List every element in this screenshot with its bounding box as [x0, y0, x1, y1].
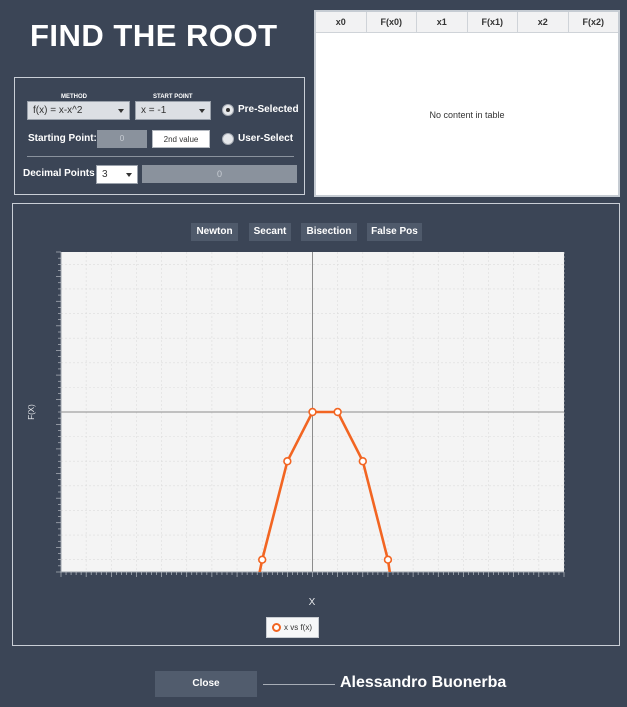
decimal-points-value: 3: [102, 169, 108, 180]
starting-point-input[interactable]: 0: [97, 130, 147, 148]
column-header[interactable]: x1: [417, 12, 468, 32]
x-axis-label: X: [309, 597, 316, 608]
chevron-down-icon: [118, 109, 124, 113]
method-select-value: f(x) = x-x^2: [33, 105, 83, 116]
legend-label: x vs f(x): [284, 623, 312, 632]
userselect-label: User-Select: [238, 133, 294, 144]
chart-panel: Newton Secant Bisection False Pos X F(X)…: [12, 203, 620, 646]
circle-marker-icon: [272, 623, 281, 633]
results-table[interactable]: x0 F(x0) x1 F(x1) x2 F(x2) No content in…: [314, 10, 620, 197]
data-point: [283, 457, 292, 466]
author-name: Alessandro Buonerba: [340, 674, 507, 691]
divider: [27, 156, 294, 157]
start-point-label: START POINT: [153, 94, 193, 100]
column-header[interactable]: F(x1): [468, 12, 518, 32]
starting-point-label: Starting Point:: [28, 133, 97, 144]
start-point-select-value: x = -1: [141, 105, 167, 116]
preselected-radio[interactable]: [222, 104, 234, 116]
data-point: [258, 555, 267, 564]
method-select[interactable]: f(x) = x-x^2: [27, 101, 130, 120]
table-empty-text: No content in table: [429, 110, 505, 120]
function-chart[interactable]: X F(X): [13, 204, 619, 645]
method-label: METHOD: [61, 94, 87, 100]
table-header: x0 F(x0) x1 F(x1) x2 F(x2): [316, 12, 618, 33]
controls-panel: METHOD START POINT f(x) = x-x^2 x = -1 P…: [14, 77, 305, 195]
close-button[interactable]: Close: [155, 671, 257, 697]
decimal-points-label: Decimal Points: [23, 168, 95, 179]
data-point: [333, 407, 342, 417]
column-header[interactable]: F(x2): [569, 12, 619, 32]
column-header[interactable]: F(x0): [367, 12, 417, 32]
data-point: [383, 555, 393, 564]
chevron-down-icon: [126, 173, 132, 177]
data-point: [358, 457, 367, 466]
second-value-button[interactable]: 2nd value: [152, 130, 210, 148]
chevron-down-icon: [199, 109, 205, 113]
column-header[interactable]: x0: [316, 12, 367, 32]
userselect-radio[interactable]: [222, 133, 234, 145]
decimal-points-spinner[interactable]: 3: [96, 165, 138, 184]
app-title: FIND THE ROOT: [30, 18, 278, 53]
start-point-select[interactable]: x = -1: [135, 101, 211, 120]
preselected-label: Pre-Selected: [238, 104, 299, 115]
y-axis-label: F(X): [27, 404, 36, 420]
footer-divider: [263, 684, 335, 685]
decimal-result-field: 0: [142, 165, 297, 183]
data-point: [308, 407, 317, 417]
chart-legend: x vs f(x): [266, 617, 319, 638]
column-header[interactable]: x2: [518, 12, 569, 32]
